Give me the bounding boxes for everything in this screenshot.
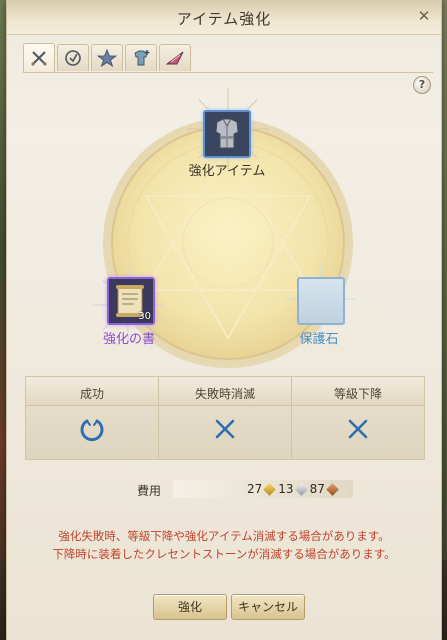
category-tabs [23, 42, 433, 73]
cost-row: 費用 27 13 87 [25, 480, 423, 500]
result-divider [158, 377, 159, 459]
cancel-button[interactable]: キャンセル [231, 594, 305, 620]
star-emblem-icon [97, 49, 117, 67]
tab-armor[interactable] [125, 44, 157, 71]
enhance-target-label: 強化アイテム [188, 164, 266, 179]
cost-silver-value: 13 [278, 482, 294, 496]
armor-plus-icon [134, 50, 150, 66]
success-ring-icon [80, 419, 104, 442]
cost-values: 27 13 87 [247, 482, 340, 496]
enhance-result-panel: 成功 失敗時消滅 等級下降 [25, 376, 425, 460]
result-success-label: 成功 [79, 387, 104, 401]
protection-stone-slot[interactable] [297, 277, 345, 325]
enhance-target-slot[interactable] [203, 110, 251, 158]
result-divider [291, 377, 292, 459]
enhance-scroll-label: 強化の書 [102, 332, 155, 347]
tab-shield[interactable] [57, 44, 89, 71]
bronze-coin-icon [325, 482, 339, 496]
downgrade-cross-icon [348, 419, 368, 439]
title-bar[interactable]: アイテム強化 ✕ [7, 0, 441, 35]
window-title: アイテム強化 [176, 10, 272, 28]
tab-emblem[interactable] [91, 44, 123, 71]
item-enhance-window: アイテム強化 ✕ ? 強化アイテム 30 強化の書 保護石 成功 失敗時消滅 等… [6, 0, 442, 640]
destroy-cross-icon [215, 419, 235, 439]
result-destroy-label: 失敗時消滅 [194, 387, 255, 401]
warning-line-2: 下降時に装着したクレセントストーンが消滅する場合があります。 [52, 547, 396, 561]
wing-icon [165, 51, 184, 65]
result-downgrade-label: 等級下降 [333, 387, 382, 401]
armor-item-icon [205, 112, 249, 156]
cost-gold-value: 27 [247, 482, 263, 496]
tab-weapon[interactable] [23, 43, 55, 72]
scroll-count: 30 [138, 311, 151, 322]
help-button[interactable]: ? [413, 76, 431, 94]
protection-stone-label: 保護石 [299, 332, 339, 347]
gold-coin-icon [263, 482, 277, 496]
enhance-scroll-slot[interactable]: 30 [107, 277, 155, 325]
shield-icon [65, 50, 81, 66]
enhance-button[interactable]: 強化 [153, 594, 227, 620]
silver-coin-icon [294, 482, 308, 496]
tab-wing[interactable] [159, 44, 191, 71]
close-button[interactable]: ✕ [415, 7, 433, 25]
cost-label: 費用 [137, 484, 162, 498]
warning-line-1: 強化失敗時、等級下降や強化アイテム消滅する場合があります。 [58, 529, 390, 543]
crossed-swords-icon [31, 51, 47, 66]
cost-bronze-value: 87 [309, 482, 325, 496]
